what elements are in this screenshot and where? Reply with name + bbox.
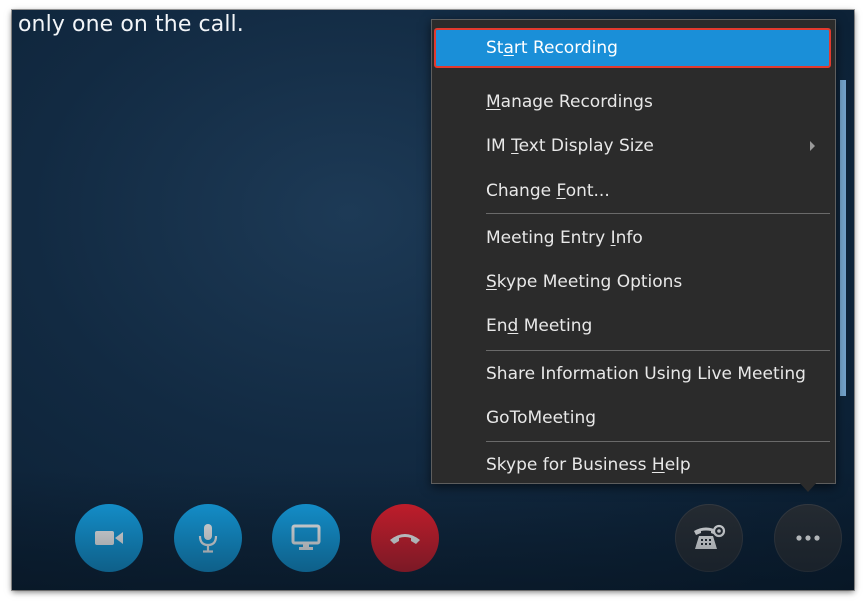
submenu-arrow-icon bbox=[810, 141, 815, 151]
hang-up-icon bbox=[390, 534, 420, 544]
menu-item-manage-recordings[interactable]: Manage Recordings bbox=[434, 82, 831, 122]
scrollbar[interactable] bbox=[840, 80, 846, 396]
menu-separator bbox=[486, 350, 830, 351]
menu-item-skype-meeting-options[interactable]: Skype Meeting Options bbox=[434, 262, 831, 302]
video-button[interactable] bbox=[75, 504, 143, 572]
menu-item-meeting-entry-info[interactable]: Meeting Entry Info bbox=[434, 218, 831, 258]
menu-separator bbox=[486, 441, 830, 442]
hang-up-button[interactable] bbox=[371, 504, 439, 572]
menu-item-skype-for-business-help[interactable]: Skype for Business Help bbox=[434, 445, 831, 485]
menu-item-gotomeeting[interactable]: GoToMeeting bbox=[434, 398, 831, 438]
more-options-icon bbox=[796, 535, 820, 541]
call-status-text: only one on the call. bbox=[18, 12, 244, 37]
microphone-button[interactable] bbox=[174, 504, 242, 572]
menu-item-start-recording[interactable]: Start Recording bbox=[434, 28, 831, 68]
menu-caret bbox=[797, 480, 819, 492]
screen-share-button[interactable] bbox=[272, 504, 340, 572]
microphone-icon bbox=[198, 524, 218, 553]
more-options-menu: Start Recording Manage Recordings IM Tex… bbox=[431, 19, 836, 484]
menu-item-end-meeting[interactable]: End Meeting bbox=[434, 306, 831, 346]
menu-item-im-text-display-size[interactable]: IM Text Display Size bbox=[434, 126, 831, 166]
call-controls-button[interactable] bbox=[675, 504, 743, 572]
video-camera-icon bbox=[95, 531, 123, 545]
call-controls-icon bbox=[694, 524, 726, 549]
meeting-window: only one on the call. Start Recording Ma… bbox=[12, 10, 854, 590]
menu-item-change-font[interactable]: Change Font... bbox=[434, 171, 831, 211]
screen-share-icon bbox=[291, 524, 321, 550]
menu-separator bbox=[486, 213, 830, 214]
menu-item-share-information-live-meeting[interactable]: Share Information Using Live Meeting bbox=[434, 354, 831, 394]
more-options-button[interactable] bbox=[774, 504, 842, 572]
